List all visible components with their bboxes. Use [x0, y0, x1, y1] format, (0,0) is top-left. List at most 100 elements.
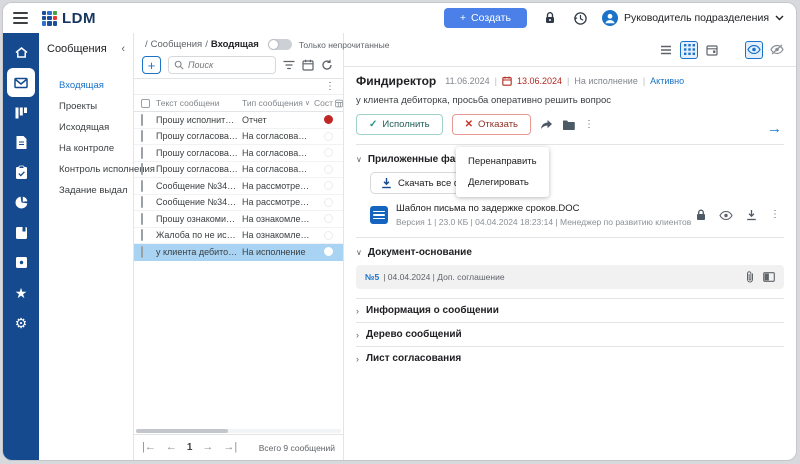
basis-section-header[interactable]: ∨ Документ-основание	[356, 247, 784, 258]
grid-view-icon[interactable]	[680, 41, 698, 59]
calendar-icon[interactable]	[302, 59, 314, 71]
created-date: 11.06.2024	[445, 76, 489, 86]
forward-icon[interactable]	[540, 119, 553, 130]
rail-messages-icon[interactable]	[7, 68, 35, 97]
last-page-icon[interactable]: →|	[223, 442, 237, 453]
row-type: На ознакомление	[242, 214, 314, 224]
row-checkbox[interactable]	[141, 246, 143, 258]
breadcrumb-section[interactable]: Сообщения	[151, 39, 203, 50]
open-forward-icon[interactable]: →	[767, 120, 782, 137]
table-row[interactable]: у клиента дебиторка... На исполнение	[134, 244, 343, 261]
sidebar: Сообщения ‹ Входящая Проекты Исходящая Н…	[39, 33, 134, 460]
sidebar-item[interactable]: Входящая	[47, 75, 127, 96]
row-checkbox[interactable]	[141, 196, 143, 208]
column-settings-icon[interactable]	[335, 98, 343, 109]
rail-kanban-icon[interactable]	[7, 98, 35, 127]
hamburger-menu-icon[interactable]	[13, 12, 28, 23]
rail-journal-icon[interactable]	[7, 218, 35, 247]
unread-only-toggle[interactable]	[268, 39, 292, 50]
total-count: Всего 9 сообщений	[259, 443, 335, 453]
file-download-icon[interactable]	[746, 209, 757, 221]
collapsed-section-header[interactable]: › Лист согласования	[356, 346, 784, 370]
add-button[interactable]: +	[142, 56, 161, 74]
select-all-checkbox[interactable]	[141, 99, 150, 108]
refresh-icon[interactable]	[321, 59, 333, 71]
sidebar-item[interactable]: Проекты	[47, 96, 127, 117]
search-box[interactable]	[168, 56, 276, 74]
table-row[interactable]: Сообщение №341691... На рассмотрение	[134, 195, 343, 212]
file-preview-icon[interactable]	[719, 211, 733, 220]
rail-favorites-icon[interactable]: ★	[7, 278, 35, 307]
row-checkbox[interactable]	[141, 213, 143, 225]
table-row[interactable]: Прошу исполнить по... Отчет	[134, 112, 343, 129]
rail-home-icon[interactable]	[7, 38, 35, 67]
due-date: 13.06.2024	[517, 76, 562, 86]
paperclip-icon[interactable]	[746, 271, 754, 283]
logo-text: LDM	[62, 10, 96, 27]
row-type: На исполнение	[242, 247, 314, 257]
basis-document-row[interactable]: №5 | 04.04.2024 | Доп. соглашение	[356, 265, 784, 289]
lock-icon[interactable]	[543, 11, 557, 25]
search-input[interactable]	[188, 60, 262, 70]
horizontal-scrollbar[interactable]	[136, 429, 341, 433]
list-menu-icon[interactable]: ⋮	[325, 82, 335, 92]
context-menu-item[interactable]: Делегировать	[456, 172, 549, 193]
rail-settings-icon[interactable]: ⚙	[7, 308, 35, 337]
sidebar-item[interactable]: Задание выдал	[47, 180, 127, 201]
create-button[interactable]: + Создать	[444, 8, 527, 28]
file-lock-icon[interactable]	[696, 209, 706, 221]
sidebar-collapse-icon[interactable]: ‹	[119, 43, 127, 55]
show-read-icon[interactable]	[745, 41, 763, 59]
sidebar-item[interactable]: Исходящая	[47, 117, 127, 138]
context-menu-item[interactable]: Перенаправить	[456, 151, 549, 172]
row-checkbox[interactable]	[141, 229, 143, 241]
execute-button[interactable]: ✓ Исполнить	[356, 114, 443, 135]
sidebar-item[interactable]: Контроль исполнения	[47, 159, 127, 180]
chevron-expanded-icon: ∨	[356, 155, 362, 164]
collapsed-section-header[interactable]: › Дерево сообщений	[356, 322, 784, 346]
app-logo: LDM	[42, 10, 96, 27]
attachments-section-header[interactable]: ∨ Приложенные файлы	[356, 154, 784, 165]
table-row[interactable]: Прошу согласовать д... На согласование	[134, 129, 343, 146]
first-page-icon[interactable]: |←	[142, 442, 156, 453]
next-page-icon[interactable]: →	[202, 442, 213, 453]
table-row[interactable]: Прошу согласовать д... На согласование	[134, 145, 343, 162]
more-actions-icon[interactable]: ⋮	[584, 120, 594, 130]
rail-documents-icon[interactable]	[7, 128, 35, 157]
row-checkbox[interactable]	[141, 163, 143, 175]
row-checkbox[interactable]	[141, 180, 143, 192]
hide-read-icon[interactable]	[768, 41, 786, 59]
collapsed-section-header[interactable]: › Информация о сообщении	[356, 298, 784, 322]
sidebar-item[interactable]: На контроле	[47, 138, 127, 159]
table-row[interactable]: Жалоба по не исполн... На ознакомление	[134, 228, 343, 245]
user-menu[interactable]: Руководитель подразделения	[602, 10, 784, 26]
sidebar-list: Входящая Проекты Исходящая На контроле К…	[47, 75, 127, 201]
open-card-icon[interactable]	[763, 272, 775, 282]
column-text[interactable]: Текст сообщени	[156, 98, 242, 108]
row-type: На согласование	[242, 148, 314, 158]
history-icon[interactable]	[573, 11, 588, 26]
rail-tasks-icon[interactable]	[7, 158, 35, 187]
row-text: Прошу ознакомиться...	[156, 214, 242, 224]
prev-page-icon[interactable]: ←	[166, 442, 177, 453]
page-number[interactable]: 1	[187, 442, 193, 453]
status-indicator	[324, 198, 333, 207]
table-row[interactable]: Прошу ознакомиться... На ознакомление	[134, 211, 343, 228]
list-view-icon[interactable]	[657, 41, 675, 59]
row-checkbox[interactable]	[141, 147, 143, 159]
calendar-view-icon[interactable]	[703, 41, 721, 59]
file-more-icon[interactable]: ⋮	[770, 210, 780, 220]
rail-reports-icon[interactable]	[7, 188, 35, 217]
row-text: Прошу согласовать д...	[156, 148, 242, 158]
file-row[interactable]: Шаблон письма по задержке сроков.DOC Вер…	[370, 203, 784, 227]
table-row[interactable]: Сообщение №341691... На рассмотрение	[134, 178, 343, 195]
reject-button[interactable]: ✕ Отказать	[452, 114, 531, 135]
row-checkbox[interactable]	[141, 130, 143, 142]
column-type[interactable]: Тип сообщения∨	[242, 98, 314, 108]
folder-icon[interactable]	[562, 119, 575, 130]
column-status[interactable]: Сост	[314, 98, 343, 109]
filter-icon[interactable]	[283, 60, 295, 70]
table-row[interactable]: Прошу согласовать д... На согласование	[134, 162, 343, 179]
row-checkbox[interactable]	[141, 114, 143, 126]
rail-archive-icon[interactable]	[7, 248, 35, 277]
